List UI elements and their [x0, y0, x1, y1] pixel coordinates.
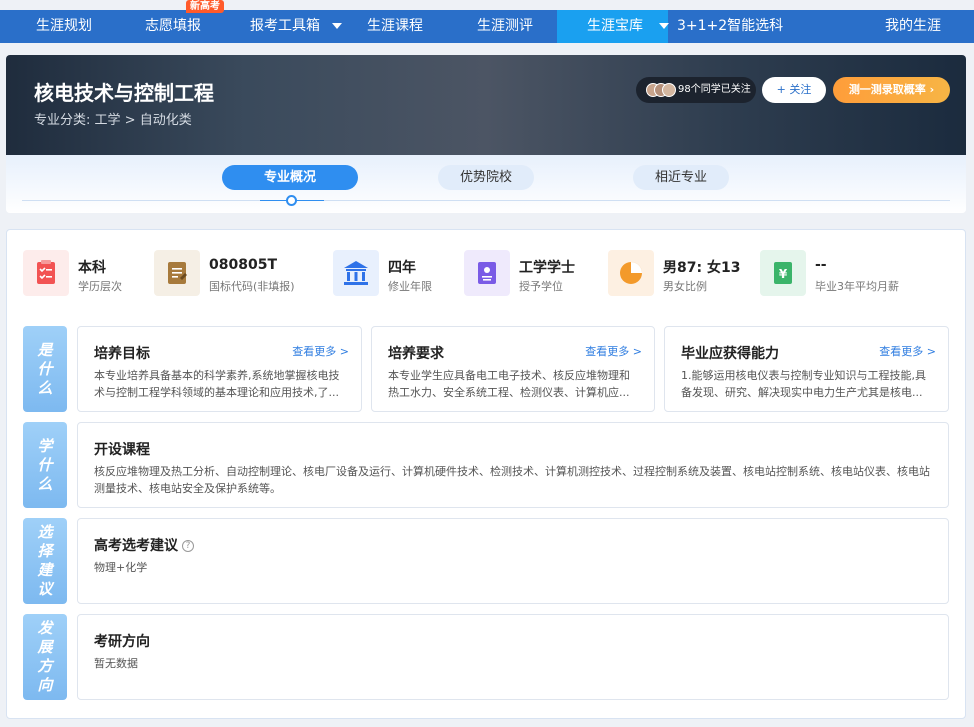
- stat-label: 授予学位: [519, 280, 563, 293]
- building-icon: [333, 250, 379, 296]
- stat-value: 080805T: [209, 257, 277, 273]
- followers-count: 98个同学已关注: [678, 84, 751, 95]
- card-title: 高考选考建议?: [94, 535, 194, 555]
- nav-volunteer-filling[interactable]: 志愿填报: [145, 10, 201, 43]
- card-text: 暂无数据: [94, 657, 138, 670]
- top-nav: 生涯规划 志愿填报 报考工具箱 生涯课程 生涯测评 生涯宝库 3+1+2智能选科…: [0, 10, 974, 43]
- nav-library-label: 生涯宝库: [587, 18, 643, 34]
- nav-career-library[interactable]: 生涯宝库: [557, 10, 669, 43]
- side-char: 展: [37, 638, 53, 656]
- side-char: 议: [37, 580, 53, 598]
- card-graduate-direction: 考研方向 暂无数据: [77, 614, 949, 700]
- nav-smart-subject[interactable]: 3+1+2智能选科: [677, 10, 783, 43]
- test-admission-button[interactable]: 测一测录取概率 ›: [833, 77, 950, 103]
- side-char: 选: [37, 523, 53, 541]
- svg-text:¥: ¥: [779, 267, 788, 281]
- nav-toolbox-label: 报考工具箱: [250, 18, 320, 34]
- section-label-develop: 发 展 方 向: [23, 614, 67, 700]
- nav-career-planning[interactable]: 生涯规划: [36, 10, 92, 43]
- side-char: 学: [37, 436, 53, 455]
- stat-value: 本科: [78, 260, 106, 276]
- major-title: 核电技术与控制工程: [34, 81, 214, 105]
- card-text: 本专业学生应具备电工电子技术、核反应堆物理和热工水力、安全系统工程、检测仪表、计…: [388, 369, 630, 399]
- stat-value: 男87: 女13: [663, 260, 741, 276]
- nav-toolbox[interactable]: 报考工具箱: [250, 10, 342, 43]
- category-path[interactable]: 工学 > 自动化类: [95, 113, 192, 128]
- section-label-learn: 学 什 么: [23, 422, 67, 508]
- stat-value: 四年: [388, 260, 416, 276]
- major-overview-panel: 本科 学历层次 080805T 国标代码(非填报) 四年 修业年限 工学学士 授…: [6, 229, 966, 719]
- card-text: 物理+化学: [94, 561, 148, 574]
- view-more-link[interactable]: 查看更多 >: [879, 343, 936, 359]
- side-char: 建: [37, 561, 53, 579]
- stat-label: 毕业3年平均月薪: [815, 280, 899, 293]
- clipboard-icon: [23, 250, 69, 296]
- tab-top-schools[interactable]: 优势院校: [438, 165, 534, 190]
- chevron-down-icon: [659, 23, 669, 29]
- badge-icon: [464, 250, 510, 296]
- side-char: 是: [37, 340, 53, 359]
- side-char: 什: [37, 455, 53, 474]
- stat-value: 工学学士: [519, 260, 575, 276]
- chevron-down-icon: [332, 23, 342, 29]
- view-more-link[interactable]: 查看更多 >: [585, 343, 642, 359]
- card-text: 1.能够运用核电仪表与控制专业知识与工程技能,具备发现、研究、解决现实中电力生产…: [681, 369, 926, 399]
- major-category: 专业分类: 工学 > 自动化类: [34, 109, 192, 128]
- nav-career-assessment[interactable]: 生涯测评: [477, 10, 533, 43]
- section-label-what: 是 什 么: [23, 326, 67, 412]
- document-icon: [154, 250, 200, 296]
- stat-value: --: [815, 257, 827, 273]
- active-tab-indicator: [286, 195, 297, 206]
- major-header-card: 核电技术与控制工程 专业分类: 工学 > 自动化类 98个同学已关注 + 关注 …: [6, 55, 966, 213]
- nav-career-courses[interactable]: 生涯课程: [367, 10, 423, 43]
- stat-label: 修业年限: [388, 280, 432, 293]
- card-title-text: 高考选考建议: [94, 538, 178, 554]
- stat-label: 学历层次: [78, 280, 122, 293]
- new-badge: 新高考: [186, 0, 224, 13]
- side-char: 向: [37, 676, 53, 694]
- followers-pill: 98个同学已关注: [636, 77, 756, 103]
- card-title: 考研方向: [94, 634, 150, 650]
- stat-label: 男女比例: [663, 280, 707, 293]
- side-char: 什: [37, 359, 53, 378]
- avatar: [662, 83, 676, 97]
- card-training-requirements: 培养要求 查看更多 > 本专业学生应具备电工电子技术、核反应堆物理和热工水力、安…: [371, 326, 655, 412]
- card-courses: 开设课程 核反应堆物理及热工分析、自动控制理论、核电厂设备及运行、计算机硬件技术…: [77, 422, 949, 508]
- tab-similar-majors[interactable]: 相近专业: [633, 165, 729, 190]
- stat-label: 国标代码(非填报): [209, 280, 295, 293]
- card-title: 培养目标: [94, 346, 150, 362]
- card-graduate-abilities: 毕业应获得能力 查看更多 > 1.能够运用核电仪表与控制专业知识与工程技能,具备…: [664, 326, 949, 412]
- pie-icon: [608, 250, 654, 296]
- follow-button[interactable]: + 关注: [762, 77, 826, 103]
- card-title: 开设课程: [94, 442, 150, 458]
- money-icon: ¥: [760, 250, 806, 296]
- card-title: 培养要求: [388, 346, 444, 362]
- card-text: 核反应堆物理及热工分析、自动控制理论、核电厂设备及运行、计算机硬件技术、检测技术…: [94, 465, 930, 495]
- tab-overview[interactable]: 专业概况: [222, 165, 358, 190]
- side-char: 么: [37, 474, 53, 493]
- side-char: 择: [37, 542, 53, 560]
- side-char: 方: [37, 657, 53, 675]
- category-label: 专业分类:: [34, 113, 91, 128]
- tab-divider: [22, 200, 950, 201]
- nav-my-career[interactable]: 我的生涯: [885, 10, 941, 43]
- card-title: 毕业应获得能力: [681, 346, 779, 362]
- section-label-choose: 选 择 建 议: [23, 518, 67, 604]
- side-char: 么: [37, 378, 53, 397]
- side-char: 发: [37, 619, 53, 637]
- card-training-goal: 培养目标 查看更多 > 本专业培养具备基本的科学素养,系统地掌握核电技术与控制工…: [77, 326, 362, 412]
- card-text: 本专业培养具备基本的科学素养,系统地掌握核电技术与控制工程学科领域的基本理论和应…: [94, 369, 340, 399]
- card-subject-advice: 高考选考建议? 物理+化学: [77, 518, 949, 604]
- view-more-link[interactable]: 查看更多 >: [292, 343, 349, 359]
- help-icon[interactable]: ?: [182, 540, 194, 552]
